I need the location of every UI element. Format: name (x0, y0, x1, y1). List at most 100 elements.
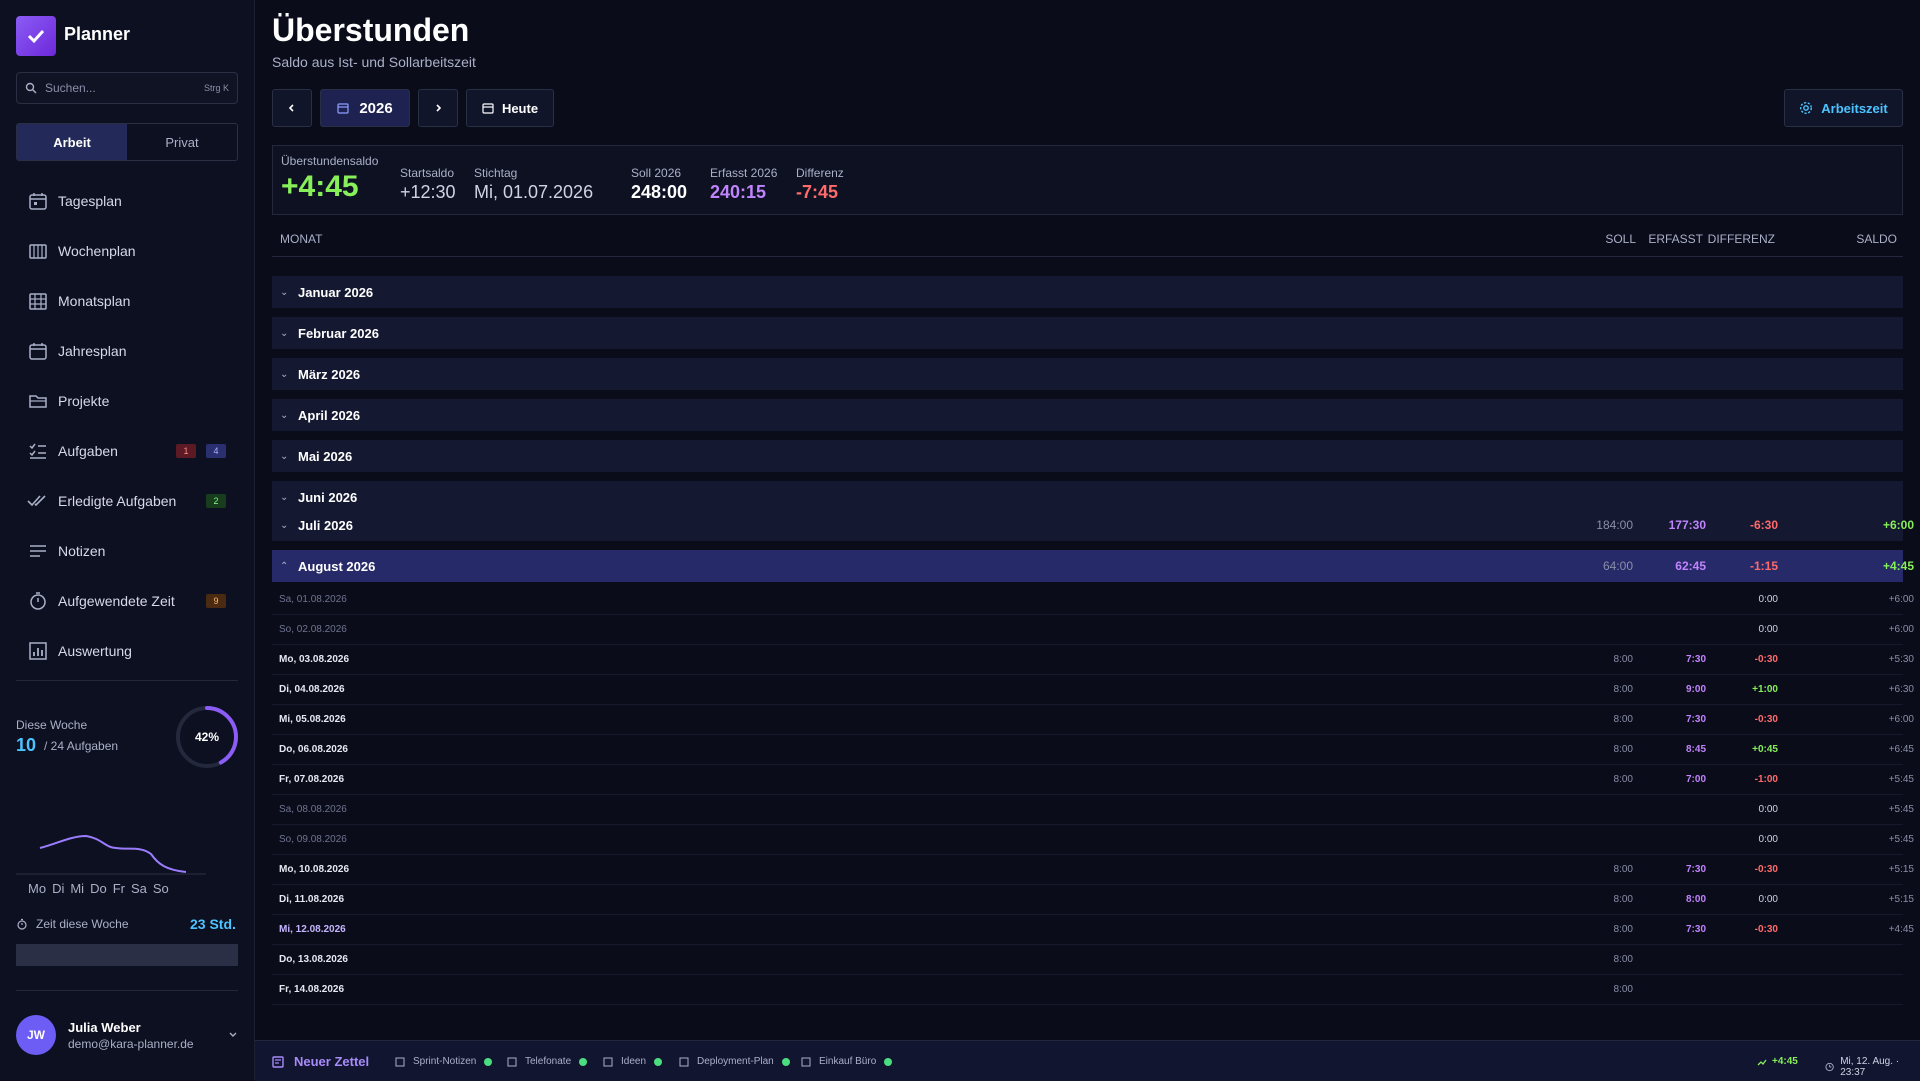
month-row[interactable]: ⌄ Mai 2026 (272, 440, 1903, 472)
search-input[interactable]: Suchen... Strg K (16, 72, 238, 104)
user-menu[interactable]: JW Julia Weber demo@kara-planner.de (16, 1012, 238, 1058)
note-label: Sprint-Notizen (413, 1056, 477, 1067)
day-row[interactable]: Mo, 03.08.2026 8:00 7:30 -0:30 +5:30 (272, 644, 1914, 675)
day-saldo: +6:45 (1888, 744, 1914, 755)
month-row[interactable]: ⌃ August 2026 64:00 62:45 -1:15 +4:45 (272, 550, 1914, 582)
day-row[interactable]: Do, 06.08.2026 8:00 8:45 +0:45 +6:45 (272, 734, 1914, 765)
next-year-button[interactable] (418, 89, 458, 127)
month-row[interactable]: ⌄ Januar 2026 (272, 276, 1903, 308)
note-label: Telefonate (525, 1056, 572, 1067)
month-row[interactable]: ⌄ April 2026 (272, 399, 1903, 431)
chevron-down-icon: ⌄ (280, 327, 289, 339)
app-logo[interactable] (16, 16, 56, 56)
month-row[interactable]: ⌄ März 2026 (272, 358, 1903, 390)
day-row[interactable]: Sa, 08.08.2026 0:00 +5:45 (272, 794, 1914, 825)
tab-privat[interactable]: Privat (127, 124, 237, 160)
week-time-text: Zeit diese Woche (36, 917, 129, 931)
key-date-value: Mi, 01.07.2026 (474, 182, 594, 202)
notes-icon (26, 539, 50, 563)
sidebar-item-notizen[interactable]: Notizen (16, 526, 238, 576)
start-balance-label: Startsaldo (400, 166, 455, 180)
day-row[interactable]: Sa, 01.08.2026 0:00 +6:00 (272, 584, 1914, 615)
day-difference: -0:30 (1754, 654, 1778, 665)
day-row[interactable]: So, 09.08.2026 0:00 +5:45 (272, 824, 1914, 855)
tab-arbeit[interactable]: Arbeit (17, 124, 127, 160)
day-name: So, 02.08.2026 (279, 624, 347, 635)
year-selector[interactable]: 2026 (320, 89, 410, 127)
sidebar-item-tagesplan[interactable]: Tagesplan (16, 176, 238, 226)
month-row[interactable]: ⌄ Februar 2026 (272, 317, 1903, 349)
month-target: 184:00 (1596, 518, 1633, 532)
working-hours-button[interactable]: Arbeitszeit (1784, 89, 1903, 127)
sidebar-item-label: Erledigte Aufgaben (58, 493, 177, 509)
sidebar-item-projekte[interactable]: Projekte (16, 376, 238, 426)
note-label: Einkauf Büro (819, 1056, 877, 1067)
sidebar-item-aufgewendete-zeit[interactable]: Aufgewendete Zeit 9 (16, 576, 238, 626)
sidebar-item-monatsplan[interactable]: Monatsplan (16, 276, 238, 326)
sidebar-item-auswertung[interactable]: Auswertung (16, 626, 238, 676)
context-switch: Arbeit Privat (16, 123, 238, 161)
day-name: Di, 04.08.2026 (279, 684, 345, 695)
note-tab[interactable]: Sprint-Notizen (395, 1056, 493, 1067)
sidebar-item-label: Notizen (58, 543, 106, 559)
day-row[interactable]: So, 02.08.2026 0:00 +6:00 (272, 614, 1914, 645)
chevron-down-icon: ⌄ (280, 450, 289, 462)
day-row[interactable]: Mi, 12.08.2026 8:00 7:30 -0:30 +4:45 (272, 914, 1914, 945)
stopwatch-icon (17, 918, 27, 930)
calendar-month-icon (26, 289, 50, 313)
chevron-up-icon: ⌃ (280, 560, 289, 572)
sidebar-item-jahresplan[interactable]: Jahresplan (16, 326, 238, 376)
month-name: März 2026 (298, 366, 361, 382)
sidebar-item-label: Monatsplan (58, 293, 131, 309)
day-saldo: +5:45 (1888, 804, 1914, 815)
column-header-soll: SOLL (1605, 232, 1636, 246)
week-progress-percent: 42% (194, 730, 220, 744)
day-row[interactable]: Di, 11.08.2026 8:00 8:00 0:00 +5:15 (272, 884, 1914, 915)
day-row[interactable]: Fr, 07.08.2026 8:00 7:00 -1:00 +5:45 (272, 764, 1914, 795)
day-saldo: +6:30 (1888, 684, 1914, 695)
day-recorded: 8:45 (1685, 744, 1706, 755)
prev-year-button[interactable] (272, 89, 312, 127)
day-saldo: +5:30 (1888, 654, 1914, 665)
month-row[interactable]: ⌄ Juli 2026 184:00 177:30 -6:30 +6:00 (272, 509, 1914, 541)
month-recorded: 177:30 (1668, 518, 1706, 532)
day-row[interactable]: Do, 13.08.2026 8:00 (272, 944, 1903, 975)
note-tab[interactable]: Deployment-Plan (679, 1056, 790, 1067)
sidebar-item-wochenplan[interactable]: Wochenplan (16, 226, 238, 276)
day-row[interactable]: Di, 04.08.2026 8:00 9:00 +1:00 +6:30 (272, 674, 1914, 705)
chevron-down-icon (229, 1032, 237, 1037)
target-label: Soll 2026 (631, 166, 682, 180)
new-note-label: Neuer Zettel (294, 1054, 370, 1069)
day-difference: 0:00 (1758, 594, 1778, 605)
day-row[interactable]: Fr, 14.08.2026 8:00 (272, 974, 1903, 1005)
today-button[interactable]: Heute (466, 89, 554, 127)
day-target: 8:00 (1613, 894, 1633, 905)
user-email: demo@kara-planner.de (68, 1036, 194, 1051)
calendar-icon (337, 103, 349, 114)
note-label: Deployment-Plan (697, 1056, 774, 1067)
overtime-summary: Überstundensaldo +4:45 Startsaldo +12:30… (272, 145, 1903, 215)
day-recorded: 7:00 (1685, 774, 1706, 785)
sidebar-item-label: Wochenplan (58, 243, 136, 259)
day-target: 8:00 (1613, 774, 1633, 785)
week-label: Diese Woche (16, 718, 88, 732)
week-time-bar (16, 944, 238, 966)
footer-datetime-text: Mi, 12. Aug. · 23:37 (1840, 1056, 1900, 1078)
sidebar-item-erledigte-aufgaben[interactable]: Erledigte Aufgaben 2 (16, 476, 238, 526)
sidebar-nav: Tagesplan Wochenplan Monatsplan Jahrespl… (16, 176, 238, 676)
note-tab[interactable]: Telefonate (507, 1056, 588, 1067)
note-tab[interactable]: Einkauf Büro (801, 1056, 893, 1067)
sidebar-item-aufgaben[interactable]: Aufgaben 1 4 (16, 426, 238, 476)
day-name: Do, 06.08.2026 (279, 744, 348, 755)
balance-value: +4:45 (281, 170, 359, 203)
day-saldo: +5:45 (1888, 774, 1914, 785)
month-name: Februar 2026 (298, 325, 379, 341)
day-label: So (152, 881, 169, 896)
balance-label: Überstundensaldo (281, 154, 379, 168)
new-note-button[interactable]: Neuer Zettel (272, 1054, 369, 1069)
day-target: 8:00 (1613, 684, 1633, 695)
month-difference: -6:30 (1749, 518, 1778, 532)
day-row[interactable]: Mo, 10.08.2026 8:00 7:30 -0:30 +5:15 (272, 854, 1914, 885)
note-tab[interactable]: Ideen (603, 1056, 663, 1067)
day-row[interactable]: Mi, 05.08.2026 8:00 7:30 -0:30 +6:00 (272, 704, 1914, 735)
